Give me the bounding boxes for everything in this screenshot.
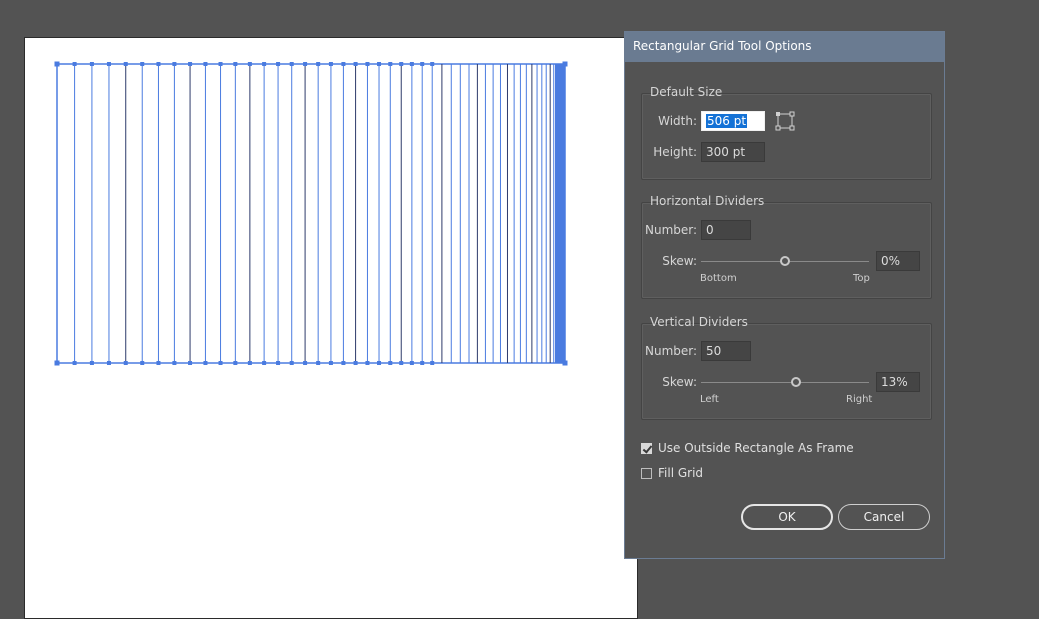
- grid-anchor-point: [106, 62, 111, 66]
- grid-anchor-point: [328, 361, 333, 365]
- horizontal-skew-field[interactable]: 0%: [876, 251, 920, 271]
- grid-anchor-point: [247, 62, 252, 66]
- vertical-skew-knob[interactable]: [790, 377, 801, 387]
- grid-anchor-point: [123, 62, 128, 66]
- grid-anchor-point: [388, 361, 393, 365]
- grid-anchor-point: [172, 62, 177, 66]
- grid-anchor-point: [388, 62, 393, 66]
- grid-anchor-point: [430, 62, 435, 66]
- grid-anchor-point: [203, 361, 208, 365]
- grid-anchor-point: [276, 62, 281, 66]
- grid-anchor-point: [262, 361, 267, 365]
- cancel-button[interactable]: Cancel: [838, 504, 930, 530]
- grid-anchor-point: [289, 361, 294, 365]
- vertical-skew-field[interactable]: 13%: [876, 372, 920, 392]
- horizontal-skew-knob[interactable]: [780, 256, 790, 266]
- grid-anchor-point: [72, 62, 77, 66]
- grid-anchor-point: [316, 361, 321, 365]
- grid-anchor-point: [409, 361, 414, 365]
- fill-grid-checkbox[interactable]: [641, 468, 652, 479]
- grid-anchor-point: [409, 62, 414, 66]
- width-field[interactable]: 506 pt: [701, 111, 765, 131]
- grid-anchor-point: [399, 361, 404, 365]
- ok-button[interactable]: OK: [741, 504, 833, 530]
- grid-anchor-point: [420, 62, 425, 66]
- grid-corner-anchor[interactable]: [562, 61, 568, 67]
- grid-anchor-point: [218, 62, 223, 66]
- grid-anchor-point: [353, 62, 358, 66]
- vertical-skew-left-caption: Left: [700, 394, 719, 405]
- grid-anchor-point: [430, 361, 435, 365]
- height-label: Height:: [653, 145, 697, 159]
- grid-anchor-point: [399, 62, 404, 66]
- grid-anchor-point: [89, 361, 94, 365]
- grid-anchor-point: [262, 62, 267, 66]
- grid-corner-anchor[interactable]: [562, 360, 568, 366]
- grid-anchor-point: [276, 361, 281, 365]
- grid-anchor-point: [303, 62, 308, 66]
- grid-anchor-point: [172, 361, 177, 365]
- artboard[interactable]: [24, 37, 638, 619]
- grid-anchor-point: [156, 62, 161, 66]
- horizontal-number-field[interactable]: 0: [701, 220, 751, 240]
- grid-anchor-point: [377, 361, 382, 365]
- grid-anchor-point: [156, 361, 161, 365]
- grid-anchor-point: [316, 62, 321, 66]
- grid-anchor-point: [72, 361, 77, 365]
- horizontal-skew-label: Skew:: [662, 254, 697, 268]
- grid-anchor-point: [233, 62, 238, 66]
- grid-anchor-point: [353, 361, 358, 365]
- default-size-title: Default Size: [650, 85, 723, 99]
- grid-anchor-point: [233, 361, 238, 365]
- vertical-skew-label: Skew:: [662, 375, 697, 389]
- grid-anchor-point: [377, 62, 382, 66]
- rectangular-grid[interactable]: [25, 38, 637, 618]
- grid-anchor-point: [140, 62, 145, 66]
- grid-dense-edge: [555, 64, 565, 363]
- use-outside-rectangle-label[interactable]: Use Outside Rectangle As Frame: [658, 441, 854, 455]
- grid-frame[interactable]: [56, 63, 566, 364]
- grid-anchor-point: [218, 361, 223, 365]
- reference-point-icon[interactable]: [775, 111, 795, 131]
- fill-grid-label[interactable]: Fill Grid: [658, 466, 703, 480]
- grid-corner-anchor[interactable]: [54, 360, 60, 366]
- vertical-skew-right-caption: Right: [846, 394, 873, 405]
- width-label: Width:: [658, 114, 697, 128]
- horizontal-number-label: Number:: [645, 223, 698, 237]
- grid-anchor-point: [328, 62, 333, 66]
- grid-corner-anchor[interactable]: [54, 61, 60, 67]
- vertical-dividers-title: Vertical Dividers: [650, 315, 748, 329]
- grid-anchor-point: [289, 62, 294, 66]
- grid-anchor-point: [303, 361, 308, 365]
- grid-anchor-point: [203, 62, 208, 66]
- default-size-group: [641, 93, 932, 180]
- grid-anchor-point: [106, 361, 111, 365]
- vertical-number-label: Number:: [645, 344, 698, 358]
- horizontal-skew-top-caption: Top: [853, 273, 870, 284]
- grid-anchor-point: [140, 361, 145, 365]
- grid-anchor-point: [89, 62, 94, 66]
- grid-anchor-point: [341, 361, 346, 365]
- vertical-number-field[interactable]: 50: [701, 341, 751, 361]
- grid-anchor-point: [365, 361, 370, 365]
- rectangular-grid-tool-options-dialog: Rectangular Grid Tool Options Default Si…: [624, 31, 945, 559]
- horizontal-dividers-title: Horizontal Dividers: [650, 194, 765, 208]
- grid-anchor-point: [365, 62, 370, 66]
- grid-anchor-point: [420, 361, 425, 365]
- grid-anchor-point: [247, 361, 252, 365]
- grid-anchor-point: [341, 62, 346, 66]
- vertical-skew-slider[interactable]: [701, 382, 869, 383]
- use-outside-rectangle-checkbox[interactable]: [641, 443, 652, 454]
- dialog-title: Rectangular Grid Tool Options: [625, 32, 944, 62]
- grid-anchor-point: [188, 62, 193, 66]
- grid-anchor-point: [123, 361, 128, 365]
- horizontal-skew-bottom-caption: Bottom: [700, 273, 737, 284]
- height-field[interactable]: 300 pt: [701, 142, 765, 162]
- grid-anchor-point: [188, 361, 193, 365]
